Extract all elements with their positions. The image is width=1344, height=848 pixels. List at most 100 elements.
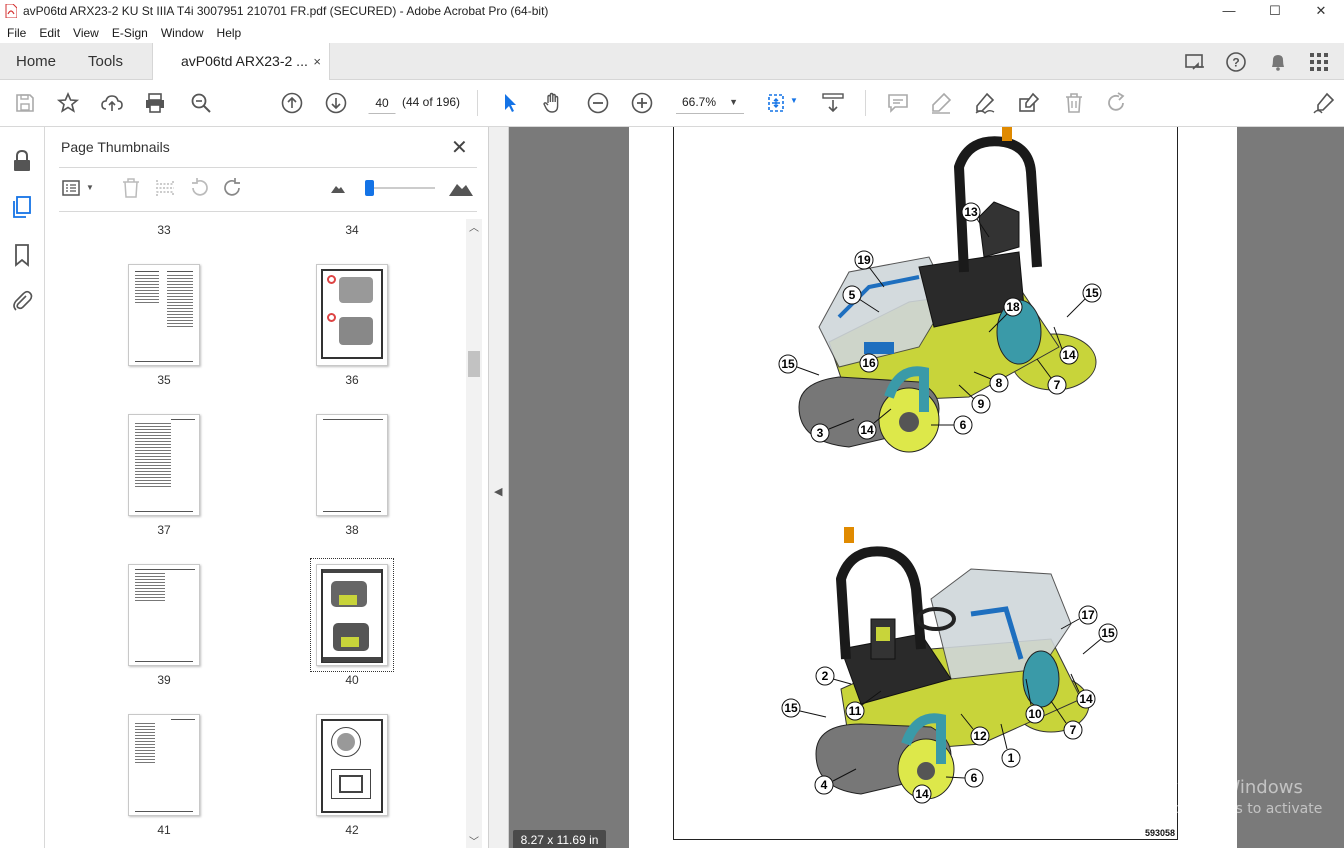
zoom-level-value: 66.7% (682, 95, 717, 109)
tab-tools[interactable]: Tools (88, 43, 123, 80)
large-thumbnail-icon[interactable] (449, 180, 473, 196)
maximize-button[interactable]: ☐ (1252, 0, 1298, 22)
zoom-in-icon[interactable] (630, 91, 654, 115)
collapse-arrow-icon: ◀ (494, 486, 503, 498)
svg-text:13: 13 (964, 205, 978, 219)
zoom-out-icon[interactable] (586, 91, 610, 115)
menu-view[interactable]: View (66, 26, 105, 40)
close-panel-icon[interactable]: ✕ (451, 135, 468, 160)
draw-sign-icon[interactable] (973, 91, 997, 115)
svg-text:14: 14 (1079, 692, 1093, 706)
thumbnail-page-42[interactable] (316, 714, 388, 816)
menu-help[interactable]: Help (210, 26, 248, 40)
thumbnail-page-38[interactable] (316, 414, 388, 516)
callout-14d: 14 (912, 784, 932, 804)
thumbnail-label: 38 (345, 523, 359, 537)
page-size-badge: 8.27 x 11.69 in (513, 830, 606, 848)
edit-stamp-icon[interactable] (1017, 91, 1041, 115)
svg-text:17: 17 (1081, 608, 1095, 622)
attachments-paperclip-icon[interactable] (11, 289, 33, 313)
scroll-up-icon[interactable]: ︿ (469, 219, 479, 234)
callout-15a: 15 (1066, 283, 1102, 318)
svg-text:7: 7 (1054, 378, 1061, 392)
callout-15c: 15 (1082, 623, 1118, 655)
svg-text:6: 6 (971, 771, 978, 785)
previous-page-icon[interactable] (280, 91, 304, 115)
page-thumbnails-panel: Page Thumbnails ✕ ▼ 33 34 35 36 37 38 39… (45, 127, 489, 848)
main-toolbar: 40 (44 of 196) 66.7% ▼ ▼ (0, 80, 1344, 127)
thumbnail-label: 36 (345, 373, 359, 387)
svg-text:16: 16 (862, 356, 876, 370)
print-icon[interactable] (143, 91, 167, 115)
thumbnail-page-36[interactable] (316, 264, 388, 366)
chevron-down-icon: ▼ (729, 97, 738, 107)
redo-icon[interactable] (1105, 91, 1129, 115)
delete-trash-icon[interactable] (1062, 91, 1086, 115)
thumbnails-list: 33 34 35 36 37 38 39 40 41 42 (45, 213, 467, 848)
page-thumbnails-icon[interactable] (11, 195, 33, 219)
menu-file[interactable]: File (0, 26, 32, 40)
hand-tool-icon[interactable] (541, 91, 565, 115)
watermark-line2: Go to Settings to activate Windows. (1143, 801, 1323, 833)
comment-icon[interactable] (886, 91, 910, 115)
notifications-bell-icon[interactable] (1267, 51, 1289, 73)
fit-page-chevron-icon[interactable]: ▼ (790, 96, 798, 105)
menu-window[interactable]: Window (154, 26, 210, 40)
apps-grid-icon[interactable] (1308, 51, 1330, 73)
thumbnail-page-35[interactable] (128, 264, 200, 366)
lock-icon[interactable] (11, 149, 33, 173)
zoom-level-select[interactable]: 66.7% ▼ (676, 92, 744, 114)
document-view[interactable]: 13 19 5 18 15 16 14 15 8 7 9 3 14 6 17 1… (509, 127, 1344, 848)
svg-text:4: 4 (821, 778, 828, 792)
tab-document-label: avP06td ARX23-2 ... (181, 53, 308, 69)
page-count: (44 of 196) (402, 95, 461, 109)
bookmarks-icon[interactable] (11, 243, 33, 267)
rotate-left-icon[interactable] (188, 177, 210, 199)
delete-pages-icon[interactable] (120, 177, 142, 199)
callout-2: 2 (815, 666, 852, 686)
tab-document[interactable]: avP06td ARX23-2 ... × (152, 43, 330, 81)
small-thumbnail-icon[interactable] (331, 183, 345, 193)
panel-title: Page Thumbnails (61, 139, 170, 155)
page-number-input[interactable]: 40 (368, 92, 396, 114)
thumbnails-scrollbar[interactable]: ︿ ﹀ (466, 219, 482, 848)
thumbnail-options-icon[interactable] (61, 177, 83, 199)
svg-text:9: 9 (978, 397, 985, 411)
thumbnail-page-39[interactable] (128, 564, 200, 666)
cloud-upload-icon[interactable] (100, 91, 124, 115)
scroll-down-icon[interactable]: ﹀ (469, 833, 479, 848)
svg-text:14: 14 (1062, 348, 1076, 362)
save-icon[interactable] (13, 91, 37, 115)
thumbnail-label: 35 (157, 373, 171, 387)
share-screen-icon[interactable] (1184, 51, 1206, 73)
next-page-icon[interactable] (324, 91, 348, 115)
scroll-mode-icon[interactable] (821, 91, 845, 115)
close-tab-icon[interactable]: × (313, 43, 321, 80)
close-window-button[interactable]: ✕ (1298, 0, 1344, 22)
tab-home[interactable]: Home (16, 43, 56, 80)
svg-text:6: 6 (960, 418, 967, 432)
svg-text:12: 12 (973, 729, 987, 743)
menu-esign[interactable]: E-Sign (105, 26, 154, 40)
title-bar: avP06td ARX23-2 KU St IIIA T4i 3007951 2… (0, 0, 1344, 22)
thumbnail-page-37[interactable] (128, 414, 200, 516)
thumbnail-size-slider[interactable] (365, 180, 374, 196)
insert-pages-icon[interactable] (154, 177, 176, 199)
rotate-right-icon[interactable] (222, 177, 244, 199)
options-chevron-icon[interactable]: ▼ (86, 183, 94, 192)
roller-illustration-top: 13 19 5 18 15 16 14 15 8 7 9 3 14 6 (778, 127, 1102, 453)
thumbnail-page-41[interactable] (128, 714, 200, 816)
bookmark-star-icon[interactable] (56, 91, 80, 115)
panel-collapse-handle[interactable]: ◀ (489, 127, 509, 848)
menu-edit[interactable]: Edit (32, 26, 66, 40)
help-icon[interactable]: ? (1225, 51, 1247, 73)
select-cursor-icon[interactable] (498, 91, 522, 115)
zoom-search-icon[interactable] (189, 91, 213, 115)
thumbnail-page-40[interactable] (310, 558, 394, 672)
highlight-pen-icon[interactable] (929, 91, 953, 115)
scrollbar-thumb[interactable] (468, 351, 480, 377)
minimize-button[interactable]: — (1206, 0, 1252, 22)
svg-text:15: 15 (781, 357, 795, 371)
fit-page-icon[interactable] (765, 91, 789, 115)
request-signature-icon[interactable] (1312, 91, 1336, 115)
